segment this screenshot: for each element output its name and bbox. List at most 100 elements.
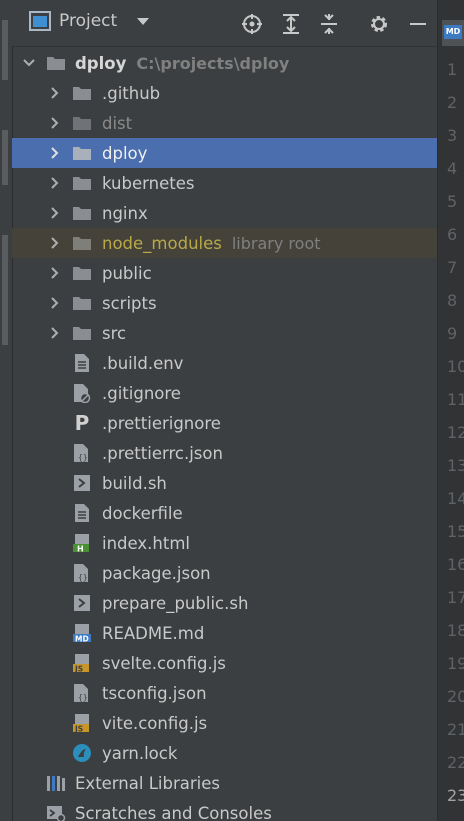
chevron-right-icon[interactable] [48,116,62,130]
tree-item-file[interactable]: JS svelte.config.js [12,648,437,678]
gear-icon[interactable] [368,13,390,35]
tree-item-scratches[interactable]: Scratches and Consoles [12,798,437,821]
markdown-file-icon: MD [72,623,92,643]
folder-name: kubernetes [102,173,195,193]
tree-item-file[interactable]: dockerfile [12,498,437,528]
tree-item-library-root[interactable]: node_modules library root [12,228,437,258]
tree-item-folder[interactable]: public [12,258,437,288]
chevron-right-icon[interactable] [48,206,62,220]
tree-item-file[interactable]: yarn.lock [12,738,437,768]
chevron-right-icon[interactable] [48,176,62,190]
html-file-icon: H [72,533,92,553]
json-file-icon: {} [72,683,92,703]
folder-icon [72,323,92,343]
folder-name: dist [102,113,133,133]
line-number: 9 [447,324,458,343]
line-number: 5 [447,192,458,211]
folder-name: public [102,263,152,283]
tree-item-file[interactable]: {} tsconfig.json [12,678,437,708]
line-number: 10 [447,357,464,376]
folder-icon [72,173,92,193]
line-number: 7 [447,258,458,277]
line-number: 11 [447,390,464,409]
folder-name: nginx [102,203,148,223]
file-name: .build.env [102,353,184,373]
library-root-hint: library root [231,233,321,253]
tree-item-file[interactable]: .build.env [12,348,437,378]
svg-text:JS: JS [74,725,83,734]
tree-item-file[interactable]: H index.html [12,528,437,558]
tree-item-file[interactable]: JS vite.config.js [12,708,437,738]
file-name: index.html [102,533,190,553]
svg-text:JS: JS [74,665,83,674]
shell-script-icon [72,473,92,493]
folder-name: src [102,323,127,343]
line-number: 3 [447,126,458,145]
tree-item-folder-selected[interactable]: dploy [12,138,437,168]
line-number: 22 [447,753,464,772]
tree-item-file[interactable]: .gitignore [12,378,437,408]
project-title: Project [59,11,118,31]
chevron-right-icon[interactable] [48,86,62,100]
folder-icon [72,143,92,163]
tree-item-file[interactable]: build.sh [12,468,437,498]
tree-item-folder[interactable]: dist [12,108,437,138]
tree-item-file[interactable]: P .prettierignore [12,408,437,438]
tree-item-file[interactable]: prepare_public.sh [12,588,437,618]
folder-name: dploy [102,143,148,163]
expand-all-icon[interactable] [280,13,302,35]
project-tree: dploy C:\projects\dploy .github dist dplo… [12,48,437,821]
root-name: dploy [75,53,127,73]
tree-item-folder[interactable]: src [12,318,437,348]
chevron-right-icon[interactable] [48,326,62,340]
text-file-icon [72,353,92,373]
tool-window-tab[interactable] [2,130,8,185]
tree-item-external-libraries[interactable]: External Libraries [12,768,437,798]
tree-root-dploy[interactable]: dploy C:\projects\dploy [12,48,437,78]
minimize-icon[interactable] [407,13,429,35]
folder-name: .github [102,83,161,103]
tree-item-folder[interactable]: scripts [12,288,437,318]
ignore-file-icon [72,383,92,403]
folder-name: node_modules [102,233,222,253]
chevron-down-icon[interactable] [22,56,36,70]
file-name: package.json [102,563,211,583]
chevron-right-icon[interactable] [48,296,62,310]
collapse-all-icon[interactable] [318,13,340,35]
external-libraries-icon [46,773,66,793]
tree-item-folder[interactable]: nginx [12,198,437,228]
svg-text:{}: {} [78,693,88,702]
line-number: 6 [447,225,458,244]
chevron-down-icon[interactable] [137,17,150,25]
line-number: 13 [447,456,464,475]
tree-item-folder[interactable]: .github [12,78,437,108]
line-number: 4 [447,159,458,178]
root-path: C:\projects\dploy [136,53,290,73]
line-number: 1 [447,60,458,79]
locate-icon[interactable] [241,13,263,35]
line-number: 23 [447,786,464,805]
line-number: 20 [447,687,464,706]
svg-text:H: H [77,545,84,554]
tree-item-file[interactable]: {} package.json [12,558,437,588]
file-name: build.sh [102,473,167,493]
chevron-right-icon[interactable] [48,236,62,250]
line-number: 19 [447,654,464,673]
tree-item-file[interactable]: MD README.md [12,618,437,648]
tree-item-folder[interactable]: kubernetes [12,168,437,198]
folder-icon [72,83,92,103]
folder-icon [72,203,92,223]
chevron-right-icon[interactable] [48,266,62,280]
tool-window-tab[interactable] [2,20,8,80]
json-file-icon: {} [72,563,92,583]
yarn-icon [72,743,92,763]
line-number: 16 [447,555,464,574]
project-view-selector[interactable]: Project [29,11,150,31]
svg-text:{}: {} [78,453,88,462]
tool-window-tab[interactable] [2,235,8,345]
file-name: prepare_public.sh [102,593,249,613]
javascript-file-icon: JS [72,713,92,733]
chevron-right-icon[interactable] [48,146,62,160]
line-number: 14 [447,489,464,508]
tree-item-file[interactable]: {} .prettierrc.json [12,438,437,468]
